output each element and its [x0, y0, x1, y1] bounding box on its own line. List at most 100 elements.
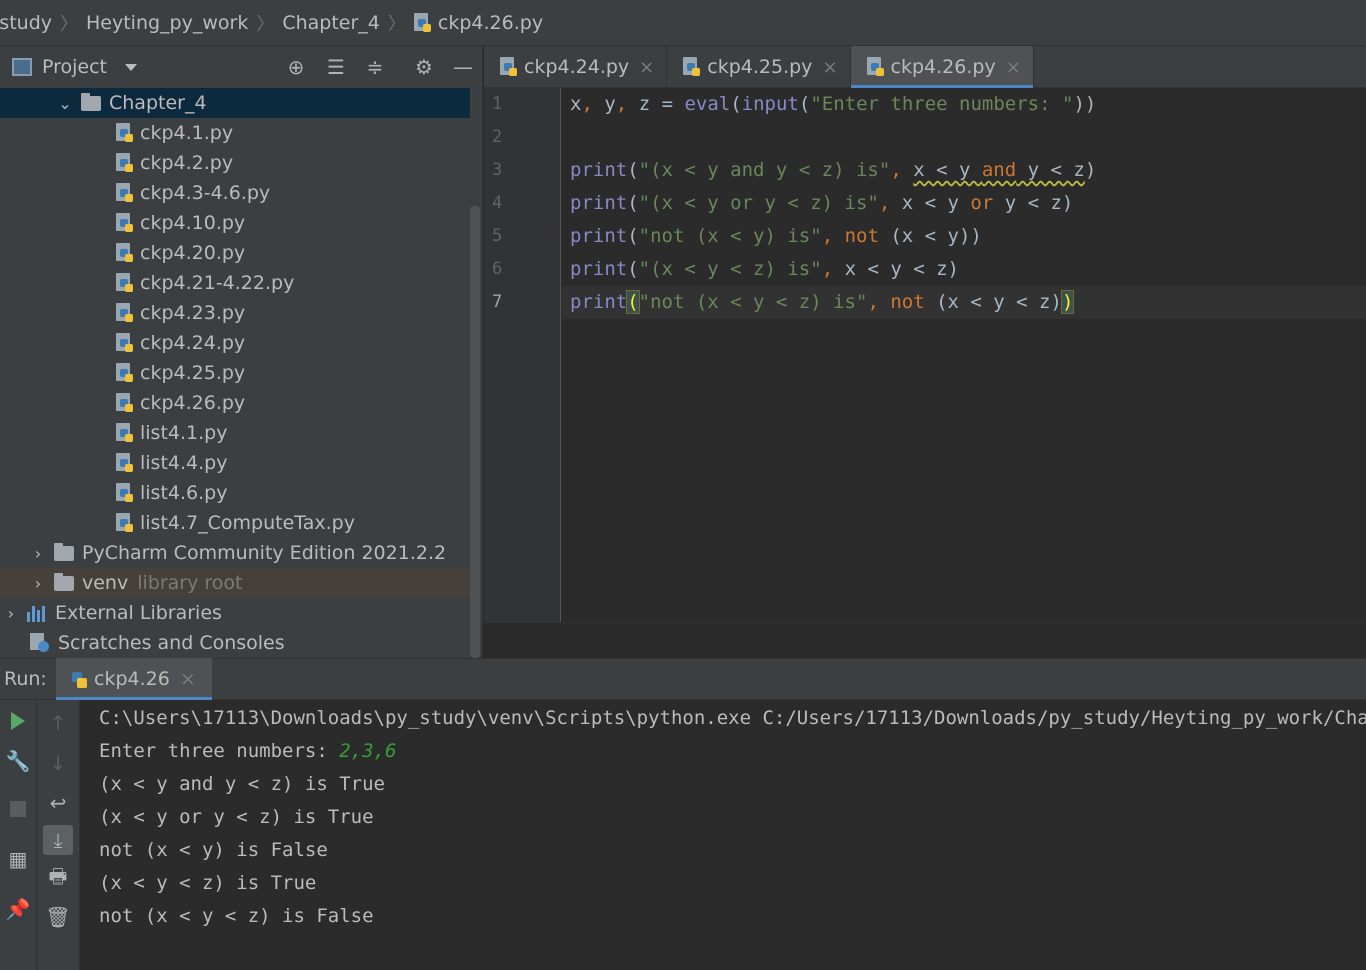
project-header: Project ⊕ ☰ ≑ ⚙ — [0, 46, 482, 88]
console-line: (x < y and y < z) is True [99, 773, 385, 795]
tree-file-label: ckp4.2.py [140, 152, 234, 174]
tree-file[interactable]: ckp4.21-4.22.py [0, 268, 470, 298]
tree-file[interactable]: ckp4.1.py [0, 118, 470, 148]
crosshair-icon[interactable]: ⊕ [284, 55, 308, 79]
scroll-to-end-icon[interactable]: ⤓ [43, 825, 73, 855]
line-number: 1 [492, 94, 503, 114]
python-file-icon [116, 183, 134, 203]
python-file-icon [116, 123, 134, 143]
arrow-down-icon[interactable]: ↓ [43, 748, 73, 778]
close-icon[interactable]: × [639, 57, 654, 78]
close-icon[interactable]: × [1006, 57, 1021, 78]
tree-file[interactable]: ckp4.20.py [0, 238, 470, 268]
python-icon [70, 669, 88, 689]
tree-file[interactable]: ckp4.2.py [0, 148, 470, 178]
editor-tabs: ckp4.24.py × ckp4.25.py × ckp4.26.py × [484, 46, 1366, 88]
code-line-current: print("not (x < y < z) is", not (x < y <… [562, 286, 1366, 319]
tree-file[interactable]: ckp4.23.py [0, 298, 470, 328]
tree-file-label: ckp4.23.py [140, 302, 246, 324]
close-icon[interactable]: × [822, 57, 837, 78]
tree-file[interactable]: list4.4.py [0, 448, 470, 478]
gear-icon[interactable]: ⚙ [412, 55, 436, 79]
breadcrumb-item-chapter[interactable]: Chapter_4 [282, 12, 380, 34]
tree-file-label: ckp4.24.py [140, 332, 246, 354]
tree-label: Chapter_4 [109, 92, 207, 114]
tree-file-label: ckp4.1.py [140, 122, 234, 144]
tree-file[interactable]: list4.1.py [0, 418, 470, 448]
python-file-icon [116, 273, 134, 293]
console-line: not (x < y) is False [99, 839, 328, 861]
tab-ckp4-25[interactable]: ckp4.25.py × [667, 46, 851, 88]
code-area[interactable]: x, y, z = eval(input("Enter three number… [562, 88, 1366, 319]
tree-file[interactable]: ckp4.25.py [0, 358, 470, 388]
tab-ckp4-26[interactable]: ckp4.26.py × [850, 46, 1034, 88]
line-gutter: 1 2 3 4 5 6 7 [484, 88, 561, 622]
folder-icon [81, 92, 101, 111]
tree-file[interactable]: ckp4.10.py [0, 208, 470, 238]
collapse-all-icon[interactable]: ≑ [363, 55, 387, 79]
layout-icon[interactable]: ▦ [3, 844, 33, 874]
console-output[interactable]: C:\Users\17113\Downloads\py_study\venv\S… [80, 700, 1366, 970]
project-title[interactable]: Project [42, 56, 107, 78]
tree-file[interactable]: list4.6.py [0, 478, 470, 508]
close-icon[interactable]: × [180, 668, 196, 690]
chevron-right-icon[interactable]: › [3, 598, 19, 628]
run-toolbar-primary: 🔧 ▦ 📌 [0, 700, 37, 970]
breadcrumb: py_study 〉 Heyting_py_work 〉 Chapter_4 〉… [0, 0, 1366, 46]
stop-icon[interactable] [3, 794, 33, 824]
python-file-icon [116, 393, 134, 413]
tree-label: venv [82, 572, 129, 594]
pin-icon[interactable]: 📌 [3, 894, 33, 924]
breadcrumb-item-file[interactable]: ckp4.26.py [413, 12, 543, 34]
scratches-icon [30, 633, 52, 653]
tab-label: ckp4.26.py [890, 56, 996, 78]
chevron-down-icon[interactable] [125, 63, 138, 71]
tree-folder-venv[interactable]: › venv library root [0, 568, 470, 598]
python-file-icon [116, 213, 134, 233]
run-tab-label: ckp4.26 [94, 668, 170, 690]
tree-file-label: ckp4.20.py [140, 242, 246, 264]
tree-file[interactable]: ckp4.26.py [0, 388, 470, 418]
tree-label: PyCharm Community Edition 2021.2.2 [82, 542, 447, 564]
breadcrumb-separator: 〉 [256, 13, 275, 35]
tree-file[interactable]: ckp4.24.py [0, 328, 470, 358]
tree-file-label: ckp4.25.py [140, 362, 246, 384]
line-number: 5 [492, 226, 503, 246]
tree-scratches[interactable]: Scratches and Consoles [0, 628, 470, 658]
arrow-up-icon[interactable]: ↑ [43, 708, 73, 738]
run-header: Run: ckp4.26 × [0, 658, 1366, 700]
run-tab[interactable]: ckp4.26 × [56, 658, 212, 700]
code-editor[interactable]: 1 2 3 4 5 6 7 x, y, z = eval(input("Ente… [484, 88, 1366, 622]
code-line: print("(x < y and y < z) is", x < y and … [570, 159, 1097, 181]
tree-file[interactable]: ckp4.3-4.6.py [0, 178, 470, 208]
tree-external-libraries[interactable]: › External Libraries [0, 598, 470, 628]
editor-footer [484, 622, 1366, 658]
line-number: 4 [492, 193, 503, 213]
run-panel: 🔧 ▦ 📌 ↑ ↓ ↩ ⤓ 🖶 🗑 C:\Users\17113\Downloa… [0, 700, 1366, 970]
soft-wrap-icon[interactable]: ↩ [43, 788, 73, 818]
print-icon[interactable]: 🖶 [43, 864, 73, 894]
chevron-right-icon[interactable]: › [30, 568, 46, 598]
tree-file[interactable]: list4.7_ComputeTax.py [0, 508, 470, 538]
breadcrumb-item-folder[interactable]: Heyting_py_work [86, 12, 248, 34]
breadcrumb-label-project: py_study [0, 11, 52, 34]
tree-file-label: list4.7_ComputeTax.py [140, 512, 355, 534]
rerun-icon[interactable] [3, 706, 33, 736]
console-line: (x < y < z) is True [99, 872, 317, 894]
python-file-icon [116, 153, 134, 173]
tree-file-label: ckp4.26.py [140, 392, 246, 414]
trash-icon[interactable]: 🗑 [43, 902, 73, 932]
chevron-right-icon[interactable]: › [30, 538, 46, 568]
breadcrumb-separator: 〉 [387, 13, 406, 35]
chevron-down-icon[interactable]: ⌄ [57, 88, 73, 118]
expand-all-icon[interactable]: ☰ [324, 55, 348, 79]
tree-scrollbar[interactable] [470, 206, 480, 658]
tab-ckp4-24[interactable]: ckp4.24.py × [484, 46, 668, 88]
project-panel: Project ⊕ ☰ ≑ ⚙ — ⌄ Chapter_4 ckp4.1.py … [0, 46, 483, 658]
wrench-icon[interactable]: 🔧 [3, 746, 33, 776]
tree-folder-chapter[interactable]: ⌄ Chapter_4 [0, 88, 470, 118]
library-icon [27, 604, 47, 622]
minimize-icon[interactable]: — [451, 55, 475, 79]
tree-folder-pycharm[interactable]: › PyCharm Community Edition 2021.2.2 [0, 538, 470, 568]
breadcrumb-item-project[interactable]: py_study [0, 12, 52, 34]
